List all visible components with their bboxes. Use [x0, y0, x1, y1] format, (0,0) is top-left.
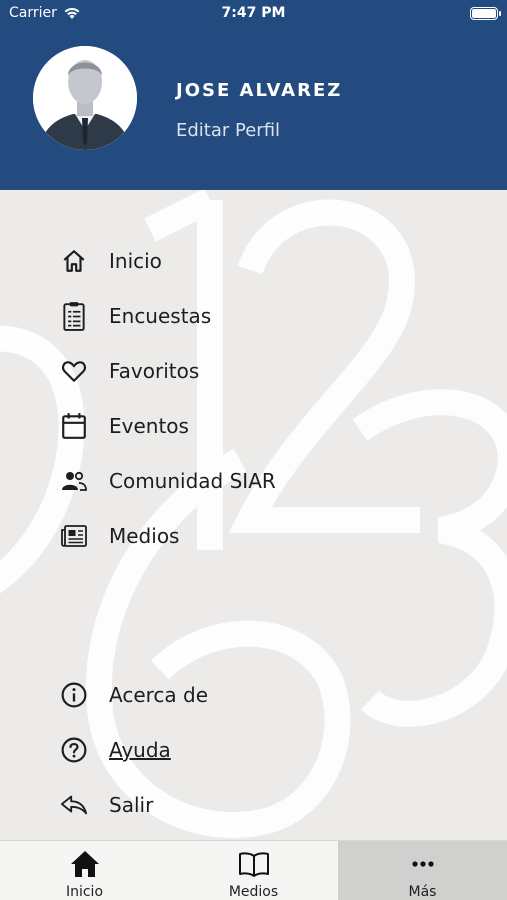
tab-mas[interactable]: Más: [338, 841, 507, 900]
heart-icon: [60, 357, 88, 385]
menu-item-label: Salir: [109, 793, 154, 817]
menu-item-label: Eventos: [109, 414, 189, 438]
clock: 7:47 PM: [221, 5, 286, 21]
help-icon: [60, 736, 88, 764]
menu-panel: Inicio Encuestas Favoritos Eventos Comun…: [0, 190, 507, 840]
menu-item-comunidad-siar[interactable]: Comunidad SIAR: [60, 463, 276, 499]
menu-item-inicio[interactable]: Inicio: [60, 243, 162, 279]
battery-icon: [470, 7, 501, 20]
reply-icon: [60, 791, 88, 819]
menu-item-label: Acerca de: [109, 683, 209, 707]
menu-item-encuestas[interactable]: Encuestas: [60, 298, 211, 334]
menu-item-acerca-de[interactable]: Acerca de: [60, 677, 208, 713]
people-icon: [60, 467, 88, 495]
info-icon: [60, 681, 88, 709]
menu-item-label: Medios: [109, 524, 180, 548]
menu-item-label: Ayuda: [109, 738, 171, 762]
newspaper-icon: [60, 522, 88, 550]
book-icon: [238, 850, 270, 878]
menu-item-label: Encuestas: [109, 304, 212, 328]
status-bar: Carrier 7:47 PM: [0, 0, 507, 28]
menu-item-ayuda[interactable]: Ayuda: [60, 732, 171, 768]
edit-profile-link[interactable]: Editar Perfil: [176, 120, 280, 141]
menu-item-favoritos[interactable]: Favoritos: [60, 353, 199, 389]
menu-item-label: Inicio: [109, 249, 162, 273]
clipboard-icon: [60, 302, 88, 331]
user-silhouette-icon: [33, 46, 137, 150]
menu-item-eventos[interactable]: Eventos: [60, 408, 189, 444]
menu-item-label: Favoritos: [109, 359, 200, 383]
tab-label: Medios: [228, 884, 279, 900]
avatar[interactable]: [33, 46, 137, 150]
calendar-icon: [60, 412, 88, 440]
profile-header: JOSE ALVAREZ Editar Perfil: [0, 28, 507, 190]
tab-label: Más: [408, 884, 437, 900]
menu-item-salir[interactable]: Salir: [60, 787, 153, 823]
tab-medios[interactable]: Medios: [169, 841, 338, 900]
tab-bar: Inicio Medios Más: [0, 840, 507, 900]
tab-inicio[interactable]: Inicio: [0, 841, 169, 900]
more-icon: [411, 850, 435, 878]
menu-item-medios[interactable]: Medios: [60, 518, 179, 554]
menu-item-label: Comunidad SIAR: [109, 469, 276, 493]
home-icon: [60, 247, 88, 275]
user-name: JOSE ALVAREZ: [176, 80, 343, 101]
tab-label: Inicio: [65, 884, 104, 900]
home-icon: [70, 850, 100, 878]
